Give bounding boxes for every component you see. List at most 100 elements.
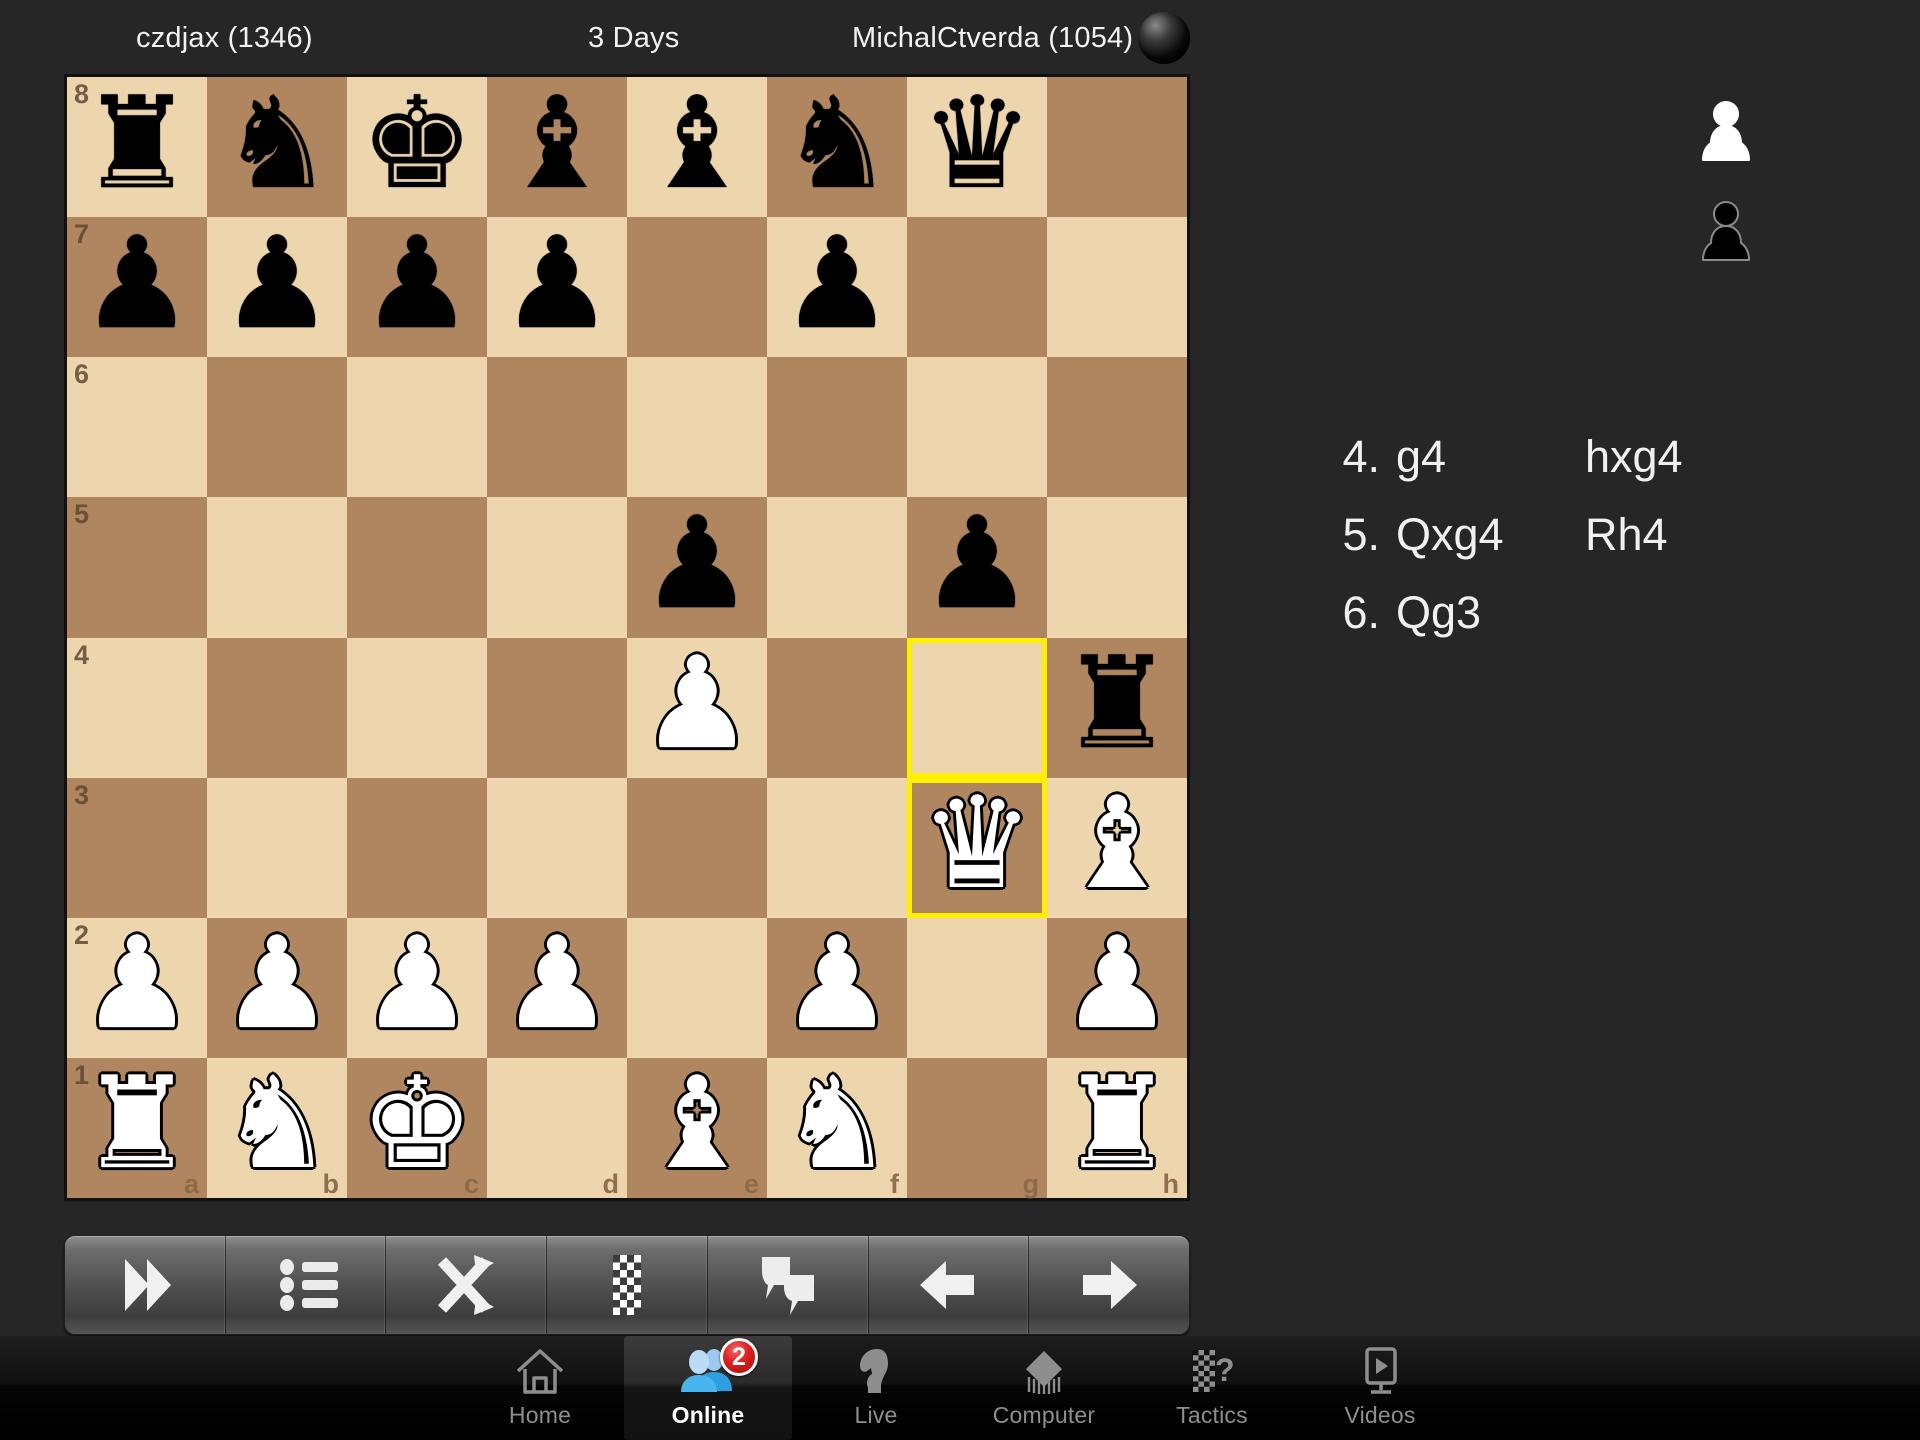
black-queen-g8[interactable]: ♛ (907, 77, 1047, 217)
white-move[interactable]: Qg3 (1380, 587, 1585, 639)
board-square-b8[interactable]: ♞ (207, 77, 347, 218)
next-game-button[interactable] (65, 1236, 226, 1334)
white-knight-b1[interactable]: ♞ (207, 1058, 347, 1198)
board-square-g7[interactable] (907, 217, 1047, 358)
board-square-e4[interactable]: ♟ (627, 637, 767, 778)
white-king-c1[interactable]: ♚ (347, 1058, 487, 1198)
board-square-f5[interactable] (767, 497, 907, 638)
move-row[interactable]: 5. Qxg4 Rh4 (1330, 496, 1870, 574)
board-square-e2[interactable] (627, 917, 767, 1058)
board-square-d7[interactable]: ♟ (487, 217, 627, 358)
white-pawn-f2[interactable]: ♟ (767, 918, 907, 1058)
board-square-g4[interactable] (907, 637, 1047, 778)
tab-videos[interactable]: Videos (1296, 1336, 1464, 1440)
board-square-b5[interactable] (207, 497, 347, 638)
board-square-a4[interactable]: 4 (67, 637, 207, 778)
board-square-b7[interactable]: ♟ (207, 217, 347, 358)
white-move[interactable]: Qxg4 (1380, 509, 1585, 561)
black-pawn-g5[interactable]: ♟ (907, 497, 1047, 637)
board-square-c1[interactable]: c ♚ (347, 1057, 487, 1199)
board-square-h3[interactable]: ♝ (1047, 777, 1187, 918)
white-pawn-d2[interactable]: ♟ (487, 918, 627, 1058)
board-square-a6[interactable]: 6 (67, 357, 207, 498)
board-square-c8[interactable]: ♚ (347, 77, 487, 218)
black-knight-b8[interactable]: ♞ (207, 77, 347, 217)
chessboard-container[interactable]: 8 ♜ ♞ ♚ ♝ ♝ ♞ ♛ 7 ♟ ♟ ♟ ♟ ♟ 6 5 ♟ ♟ 4 ♟ ♜ 3 ♛ ♝ 2 ♟ ♟ ♟ ♟ ♟ ♟ 1 a ♜ b ♞ c ♚ d e… (64, 74, 1190, 1201)
white-pawn-c2[interactable]: ♟ (347, 918, 487, 1058)
move-row[interactable]: 4. g4 hxg4 (1330, 418, 1870, 496)
board-square-d5[interactable] (487, 497, 627, 638)
black-king-c8[interactable]: ♚ (347, 77, 487, 217)
board-square-a3[interactable]: 3 (67, 777, 207, 918)
tab-computer[interactable]: Computer (960, 1336, 1128, 1440)
board-square-a5[interactable]: 5 (67, 497, 207, 638)
black-pawn-b7[interactable]: ♟ (207, 217, 347, 357)
board-square-f7[interactable]: ♟ (767, 217, 907, 358)
black-pawn-d7[interactable]: ♟ (487, 217, 627, 357)
board-square-c6[interactable] (347, 357, 487, 498)
black-pawn-f7[interactable]: ♟ (767, 217, 907, 357)
move-list-button[interactable] (226, 1236, 387, 1334)
board-square-h5[interactable] (1047, 497, 1187, 638)
board-square-g5[interactable]: ♟ (907, 497, 1047, 638)
move-list[interactable]: 4. g4 hxg4 5. Qxg4 Rh4 6. Qg3 (1330, 418, 1870, 652)
white-knight-f1[interactable]: ♞ (767, 1058, 907, 1198)
board-square-c7[interactable]: ♟ (347, 217, 487, 358)
board-square-h2[interactable]: ♟ (1047, 917, 1187, 1058)
board-square-c2[interactable]: ♟ (347, 917, 487, 1058)
white-move[interactable]: g4 (1380, 431, 1585, 483)
previous-move-button[interactable] (869, 1236, 1030, 1334)
black-knight-f8[interactable]: ♞ (767, 77, 907, 217)
board-square-f1[interactable]: f ♞ (767, 1057, 907, 1199)
black-move[interactable]: hxg4 (1585, 431, 1870, 483)
board-square-a1[interactable]: 1 a ♜ (67, 1057, 207, 1199)
next-move-button[interactable] (1029, 1236, 1189, 1334)
board-square-b4[interactable] (207, 637, 347, 778)
board-square-g2[interactable] (907, 917, 1047, 1058)
white-pawn-e4[interactable]: ♟ (627, 638, 767, 778)
board-square-e1[interactable]: e ♝ (627, 1057, 767, 1199)
board-square-d3[interactable] (487, 777, 627, 918)
board-square-d8[interactable]: ♝ (487, 77, 627, 218)
board-square-g1[interactable]: g (907, 1057, 1047, 1199)
board-square-f2[interactable]: ♟ (767, 917, 907, 1058)
board-square-c4[interactable] (347, 637, 487, 778)
white-bishop-h3[interactable]: ♝ (1047, 778, 1187, 918)
black-pawn-c7[interactable]: ♟ (347, 217, 487, 357)
board-square-f8[interactable]: ♞ (767, 77, 907, 218)
tab-live[interactable]: Live (792, 1336, 960, 1440)
tab-online[interactable]: 2 Online (624, 1336, 792, 1440)
chat-button[interactable] (708, 1236, 869, 1334)
white-rook-a1[interactable]: ♜ (67, 1058, 207, 1198)
board-square-e5[interactable]: ♟ (627, 497, 767, 638)
white-queen-g3[interactable]: ♛ (907, 778, 1047, 918)
board-square-f3[interactable] (767, 777, 907, 918)
board-square-c5[interactable] (347, 497, 487, 638)
black-rook-h4[interactable]: ♜ (1047, 638, 1187, 778)
black-bishop-e8[interactable]: ♝ (627, 77, 767, 217)
black-move[interactable]: Rh4 (1585, 509, 1870, 561)
board-square-d4[interactable] (487, 637, 627, 778)
board-square-f6[interactable] (767, 357, 907, 498)
white-rook-h1[interactable]: ♜ (1047, 1058, 1187, 1198)
board-square-b2[interactable]: ♟ (207, 917, 347, 1058)
board-square-d2[interactable]: ♟ (487, 917, 627, 1058)
white-pawn-b2[interactable]: ♟ (207, 918, 347, 1058)
board-square-g3[interactable]: ♛ (907, 777, 1047, 918)
board-square-f4[interactable] (767, 637, 907, 778)
board-square-g8[interactable]: ♛ (907, 77, 1047, 218)
black-pawn-e5[interactable]: ♟ (627, 497, 767, 637)
board-square-h4[interactable]: ♜ (1047, 637, 1187, 778)
board-square-e3[interactable] (627, 777, 767, 918)
board-square-b6[interactable] (207, 357, 347, 498)
board-square-e6[interactable] (627, 357, 767, 498)
move-row[interactable]: 6. Qg3 (1330, 574, 1870, 652)
board-square-g6[interactable] (907, 357, 1047, 498)
board-square-d6[interactable] (487, 357, 627, 498)
flip-board-button[interactable] (386, 1236, 548, 1334)
board-square-b3[interactable] (207, 777, 347, 918)
board-square-e7[interactable] (627, 217, 767, 358)
tab-home[interactable]: Home (456, 1336, 624, 1440)
board-square-a8[interactable]: 8 ♜ (67, 77, 207, 218)
board-square-h1[interactable]: h ♜ (1047, 1057, 1187, 1199)
